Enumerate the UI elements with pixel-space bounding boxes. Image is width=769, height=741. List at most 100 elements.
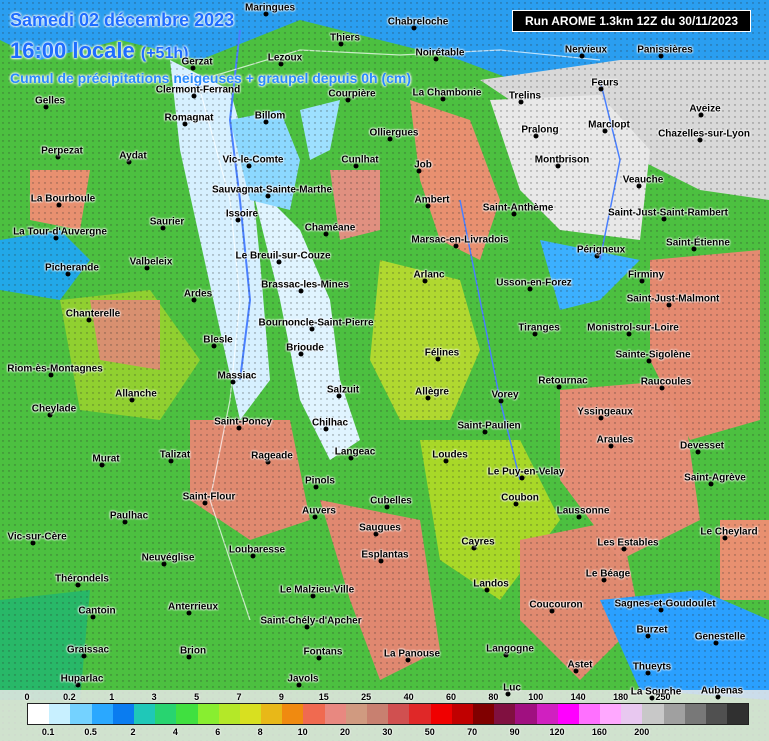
town-label: Issoire [225, 208, 259, 220]
town-label: Landos [473, 578, 509, 590]
town-label: Javols [287, 673, 319, 685]
town-label: Périgneux [576, 244, 626, 256]
town-label: Vic-le-Comte [222, 154, 284, 166]
legend-tick-bottom: 160 [591, 727, 607, 737]
legend-tick-top: 0 [24, 692, 30, 702]
town-label: Lezoux [267, 52, 303, 64]
town-label: Saurier [149, 216, 185, 228]
town-label: Courpière [328, 88, 376, 100]
town-label: Loudes [432, 449, 468, 461]
town-label: Paulhac [109, 510, 149, 522]
town-label: Les Estables [597, 537, 659, 549]
town-label: Coubon [501, 492, 539, 504]
town-label: Saint-Just-Malmont [626, 293, 720, 305]
town-label: Job [414, 159, 432, 171]
town-label: Valbeleix [129, 256, 173, 268]
legend-swatch [515, 704, 537, 724]
town-label: Saint-Étienne [666, 237, 730, 249]
legend-swatch [578, 704, 601, 724]
town-label: Pralong [521, 124, 559, 136]
town-label: Trelins [508, 90, 542, 102]
town-label: Langeac [334, 446, 376, 458]
town-label: Retournac [538, 375, 588, 387]
town-label: Talizat [159, 449, 191, 461]
town-label: Araules [596, 434, 634, 446]
legend-swatch [536, 704, 558, 724]
legend-swatch [409, 704, 431, 724]
legend-tick-bottom: 8 [257, 727, 263, 737]
legend-tick-top: 5 [194, 692, 200, 702]
town-label: Saugues [359, 522, 401, 534]
town-label: Burzet [636, 624, 668, 636]
legend-tick-bottom: 50 [424, 727, 435, 737]
town-label: Gerzat [181, 56, 213, 68]
forecast-date: Samedi 02 décembre 2023 [10, 10, 235, 30]
town-label: Le Béage [585, 568, 631, 580]
town-label: Sagnes-et-Goudoulet [614, 598, 716, 610]
town-label: Saint-Paulien [457, 420, 521, 432]
town-label: Coucouron [529, 599, 583, 611]
town-label: Cheylade [31, 403, 77, 415]
town-label: Cunlhat [341, 154, 379, 166]
legend-swatch [324, 704, 346, 724]
color-legend [27, 703, 750, 725]
legend-tick-bottom: 0.5 [84, 727, 97, 737]
legend-tick-top: 9 [278, 692, 284, 702]
town-label: Le Puy-en-Velay [487, 466, 565, 478]
town-label: Ardes [183, 288, 213, 300]
town-label: Salzuit [326, 384, 360, 396]
legend-swatch [133, 704, 156, 724]
legend-swatch [155, 704, 177, 724]
town-label: Sauvagnat-Sainte-Marthe [211, 184, 333, 196]
run-label: Run AROME 1.3km 12Z du 30/11/2023 [512, 10, 751, 32]
legend-tick-top: 1 [109, 692, 115, 702]
legend-tick-bottom: 90 [509, 727, 520, 737]
town-label: Fontans [303, 646, 343, 658]
town-label: Sainte-Sigolène [615, 349, 691, 361]
town-label: Blesle [203, 334, 233, 346]
legend-swatch [494, 704, 516, 724]
legend-tick-top: 15 [318, 692, 329, 702]
town-label: Clermont-Ferrand [155, 84, 241, 96]
legend-tick-top: 180 [613, 692, 629, 702]
town-label: Cantoin [78, 605, 116, 617]
town-label: Luc [503, 682, 521, 694]
town-label: Gelles [34, 95, 66, 107]
town-label: Noirétable [415, 47, 465, 59]
legend-tick-top: 25 [361, 692, 372, 702]
legend-tick-top: 0.2 [63, 692, 76, 702]
town-label: Saint-Chély-d'Apcher [260, 615, 362, 627]
legend-swatch [112, 704, 134, 724]
legend-swatch [621, 704, 643, 724]
legend-tick-top: 80 [488, 692, 499, 702]
legend-tick-bottom: 6 [215, 727, 221, 737]
legend-swatch [28, 704, 50, 724]
town-label: Panissières [637, 44, 693, 56]
legend-tick-bottom: 20 [339, 727, 351, 737]
town-label: Raucoules [640, 376, 692, 388]
town-label: Graissac [66, 644, 110, 656]
town-label: Thueyts [632, 661, 672, 673]
town-label: Ambert [414, 194, 450, 206]
legend-swatch [684, 704, 706, 724]
legend-swatch [49, 704, 71, 724]
town-label: La Panouse [383, 648, 441, 660]
legend-tick-top: 60 [445, 692, 457, 702]
legend-swatch [663, 704, 685, 724]
town-label: Bournoncle-Saint-Pierre [258, 317, 374, 329]
town-label: Langogne [486, 643, 534, 655]
town-label: Perpezat [41, 145, 83, 157]
town-label: Murat [92, 453, 120, 465]
legend-swatch [727, 704, 749, 724]
legend-tick-bottom: 30 [382, 727, 393, 737]
legend-tick-bottom: 0.1 [41, 727, 55, 737]
legend-swatch [261, 704, 283, 724]
town-label: Marclopt [588, 119, 630, 131]
town-label: Le Cheylard [700, 526, 758, 538]
legend-swatch [430, 704, 452, 724]
town-label: Cubelles [370, 495, 412, 507]
legend-tick-top: 250 [655, 692, 671, 702]
town-label: Le Breuil-sur-Couze [235, 250, 331, 262]
legend-tick-bottom: 4 [172, 727, 178, 737]
legend-swatch [706, 704, 728, 724]
